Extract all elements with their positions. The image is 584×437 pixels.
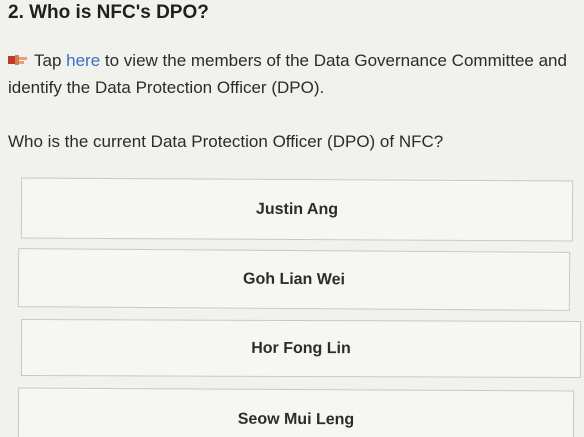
option-seow-mui-leng[interactable]: Seow Mui Leng bbox=[17, 387, 575, 437]
question-prompt: Who is the current Data Protection Offic… bbox=[8, 132, 444, 151]
here-link[interactable]: here bbox=[66, 51, 100, 70]
option-label: Hor Fong Lin bbox=[251, 339, 351, 357]
option-hor-fong-lin[interactable]: Hor Fong Lin bbox=[20, 319, 582, 378]
instruction-text: Tap here to view the members of the Data… bbox=[8, 47, 576, 101]
instruction-before: Tap bbox=[34, 51, 67, 70]
option-label: Goh Lian Wei bbox=[242, 270, 346, 288]
option-label: Seow Mui Leng bbox=[237, 410, 355, 429]
option-justin-ang[interactable]: Justin Ang bbox=[20, 177, 574, 242]
pointing-hand-icon bbox=[8, 48, 28, 65]
option-goh-lian-wei[interactable]: Goh Lian Wei bbox=[17, 248, 571, 311]
option-label: Justin Ang bbox=[255, 200, 339, 218]
question-title: 2. Who is NFC's DPO? bbox=[8, 2, 209, 23]
